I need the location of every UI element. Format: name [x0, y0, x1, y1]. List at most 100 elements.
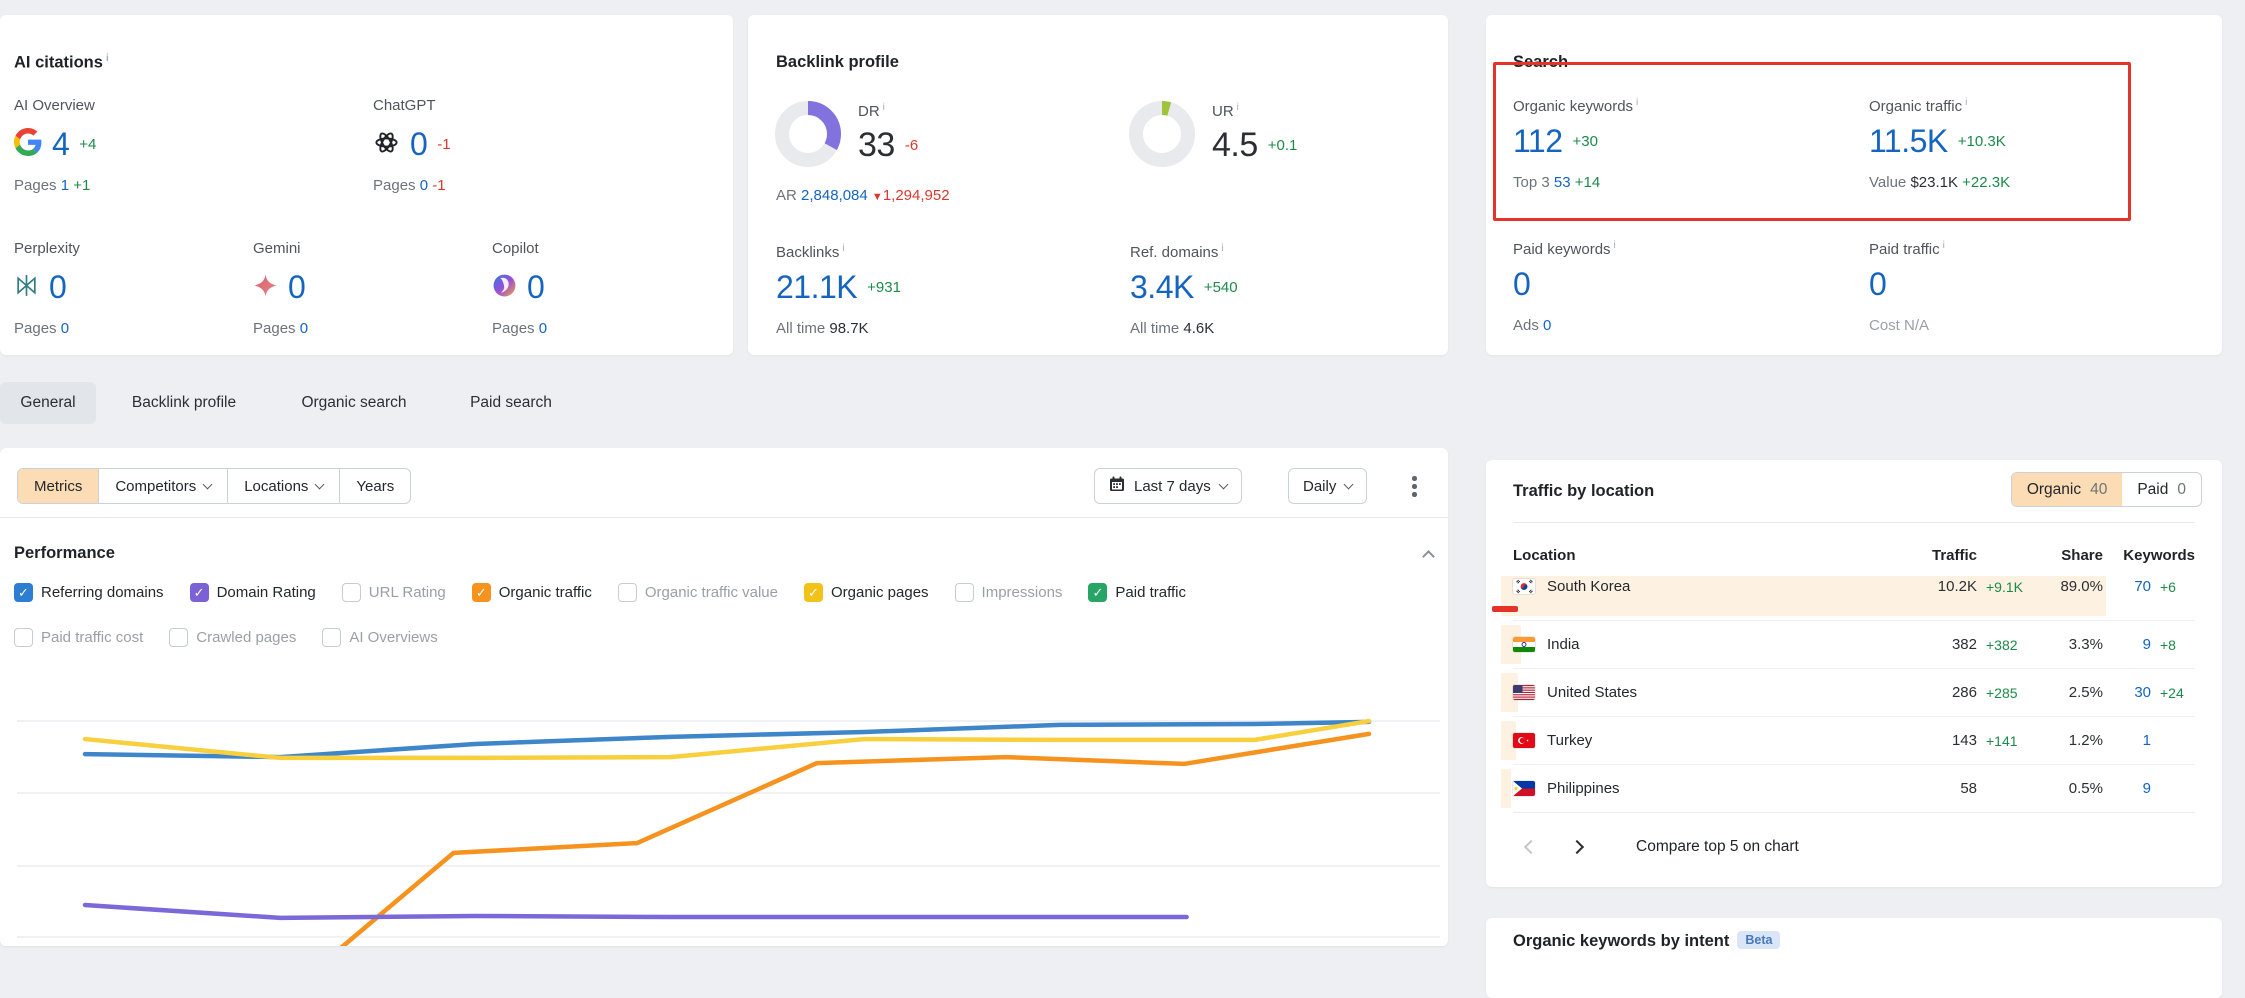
- checkbox-paid-traffic[interactable]: ✓Paid traffic: [1088, 583, 1186, 602]
- tab-general[interactable]: General: [0, 382, 96, 424]
- stat-value[interactable]: 0: [49, 269, 66, 306]
- compare-top5-link[interactable]: Compare top 5 on chart: [1636, 838, 1799, 856]
- toggle-paid[interactable]: Paid0: [2122, 473, 2201, 506]
- table-row-united-states[interactable]: United States 286 +285 2.5% 30 +24: [1513, 668, 2195, 716]
- header-share: Share: [2033, 547, 2103, 564]
- perplexity-stat: Perplexity 0 Pages 0: [14, 240, 80, 337]
- table-row-south-korea[interactable]: South Korea 10.2K +9.1K 89.0% 70 +6: [1513, 572, 2195, 620]
- keywords-value[interactable]: 70: [2103, 578, 2151, 595]
- checkbox-paid-traffic-cost[interactable]: Paid traffic cost: [14, 628, 143, 647]
- keywords-value[interactable]: 30: [2103, 684, 2151, 701]
- info-icon[interactable]: i: [1614, 240, 1616, 251]
- ur-label: UR: [1212, 103, 1234, 120]
- previous-page-icon[interactable]: [1524, 840, 1538, 854]
- checkbox-organic-traffic[interactable]: ✓Organic traffic: [472, 583, 592, 602]
- tab-organic-search[interactable]: Organic search: [284, 382, 424, 424]
- header-traffic: Traffic: [1903, 547, 1977, 564]
- info-icon[interactable]: i: [1221, 243, 1223, 254]
- granularity-button[interactable]: Daily: [1288, 468, 1367, 504]
- ref-domains-value[interactable]: 3.4K: [1130, 269, 1194, 306]
- pages-value[interactable]: 0: [61, 320, 69, 337]
- table-row-philippines[interactable]: Philippines 58 0.5% 9: [1513, 764, 2195, 812]
- segment-label: Locations: [244, 478, 308, 495]
- organic-traffic-value[interactable]: 11.5K: [1869, 123, 1948, 160]
- paid-keywords-value[interactable]: 0: [1513, 266, 1530, 303]
- keywords-delta: +8: [2151, 637, 2195, 653]
- location-name[interactable]: United States: [1539, 684, 1903, 701]
- checkbox-ai-overviews[interactable]: AI Overviews: [322, 628, 437, 647]
- cost-label: Cost: [1869, 317, 1900, 334]
- checkbox-organic-traffic-value[interactable]: Organic traffic value: [618, 583, 778, 602]
- organic-keywords-delta: +30: [1573, 133, 1598, 150]
- checkbox-referring-domains[interactable]: ✓Referring domains: [14, 583, 164, 602]
- checkbox-impressions[interactable]: Impressions: [955, 583, 1063, 602]
- info-icon[interactable]: i: [1965, 97, 1967, 108]
- competitors-segment[interactable]: Competitors: [99, 469, 228, 503]
- toggle-organic[interactable]: Organic40: [2012, 473, 2123, 506]
- pages-value[interactable]: 1: [61, 177, 69, 194]
- checkbox-label: Organic traffic value: [645, 584, 778, 601]
- pages-value[interactable]: 0: [539, 320, 547, 337]
- table-row-turkey[interactable]: Turkey 143 +141 1.2% 1: [1513, 716, 2195, 764]
- stat-value[interactable]: 0: [288, 269, 305, 306]
- share-value: 3.3%: [2033, 636, 2103, 653]
- info-icon[interactable]: i: [106, 53, 109, 64]
- view-segmented-control: Metrics Competitors Locations Years: [17, 468, 411, 504]
- tab-paid-search[interactable]: Paid search: [455, 382, 567, 424]
- chevron-down-icon: [1218, 479, 1228, 489]
- checkbox-domain-rating[interactable]: ✓Domain Rating: [190, 583, 316, 602]
- info-icon[interactable]: i: [883, 102, 885, 113]
- stat-value[interactable]: 4: [52, 126, 69, 163]
- location-name[interactable]: Turkey: [1539, 732, 1903, 749]
- ar-value[interactable]: 2,848,084: [801, 187, 868, 204]
- info-icon[interactable]: i: [1943, 240, 1945, 251]
- segment-label: Years: [356, 478, 394, 495]
- performance-title: Performance: [14, 544, 115, 563]
- checkbox-url-rating[interactable]: URL Rating: [342, 583, 446, 602]
- backlinks-value[interactable]: 21.1K: [776, 269, 857, 306]
- performance-line-chart[interactable]: [0, 673, 1448, 946]
- organic-traffic-delta: +10.3K: [1958, 133, 2006, 150]
- alltime-value: 4.6K: [1183, 320, 1214, 337]
- date-range-button[interactable]: Last 7 days: [1094, 468, 1242, 504]
- collapse-chevron-icon[interactable]: [1422, 550, 1435, 563]
- info-icon[interactable]: i: [1636, 97, 1638, 108]
- more-options-icon[interactable]: [1412, 476, 1417, 497]
- backlink-profile-card: Backlink profile DRi 33-6 AR 2,848,084 ▼…: [748, 15, 1448, 355]
- stat-value[interactable]: 0: [410, 126, 427, 163]
- organic-keywords-value[interactable]: 112: [1513, 123, 1563, 160]
- checkbox-organic-pages[interactable]: ✓Organic pages: [804, 583, 929, 602]
- backlinks-label: Backlinks: [776, 244, 839, 261]
- traffic-delta: +382: [1977, 637, 2033, 653]
- tab-backlink-profile[interactable]: Backlink profile: [109, 382, 259, 424]
- locations-segment[interactable]: Locations: [228, 469, 340, 503]
- search-card: Search Organic keywordsi 112+30 Top 3 53…: [1486, 15, 2222, 355]
- value-value: $23.1K: [1910, 174, 1958, 191]
- keywords-value[interactable]: 1: [2103, 732, 2151, 749]
- dr-donut-chart: [774, 100, 842, 168]
- flag-philippines-icon: [1513, 781, 1535, 796]
- info-icon[interactable]: i: [1237, 102, 1239, 113]
- info-icon[interactable]: i: [842, 243, 844, 254]
- paid-keywords-stat: Paid keywordsi 0 Ads 0: [1513, 240, 1616, 334]
- table-row-india[interactable]: India 382 +382 3.3% 9 +8: [1513, 620, 2195, 668]
- checkbox-crawled-pages[interactable]: Crawled pages: [169, 628, 296, 647]
- paid-traffic-value[interactable]: 0: [1869, 266, 1886, 303]
- metric-checkbox-row-2: Paid traffic cost Crawled pages AI Overv…: [14, 628, 438, 647]
- stat-value[interactable]: 0: [527, 269, 544, 306]
- top3-value[interactable]: 53: [1554, 174, 1571, 191]
- checkbox-label: Organic traffic: [499, 584, 592, 601]
- checkbox-icon: [618, 583, 637, 602]
- pages-value[interactable]: 0: [300, 320, 308, 337]
- next-page-icon[interactable]: [1570, 840, 1584, 854]
- metrics-segment[interactable]: Metrics: [18, 469, 99, 503]
- years-segment[interactable]: Years: [340, 469, 410, 503]
- ads-value[interactable]: 0: [1543, 317, 1551, 334]
- location-name[interactable]: South Korea: [1539, 578, 1903, 595]
- pages-value[interactable]: 0: [420, 177, 428, 194]
- ref-domains-delta: +540: [1204, 279, 1238, 296]
- location-name[interactable]: India: [1539, 636, 1903, 653]
- keywords-value[interactable]: 9: [2103, 636, 2151, 653]
- keywords-value[interactable]: 9: [2103, 780, 2151, 797]
- location-name[interactable]: Philippines: [1539, 780, 1903, 797]
